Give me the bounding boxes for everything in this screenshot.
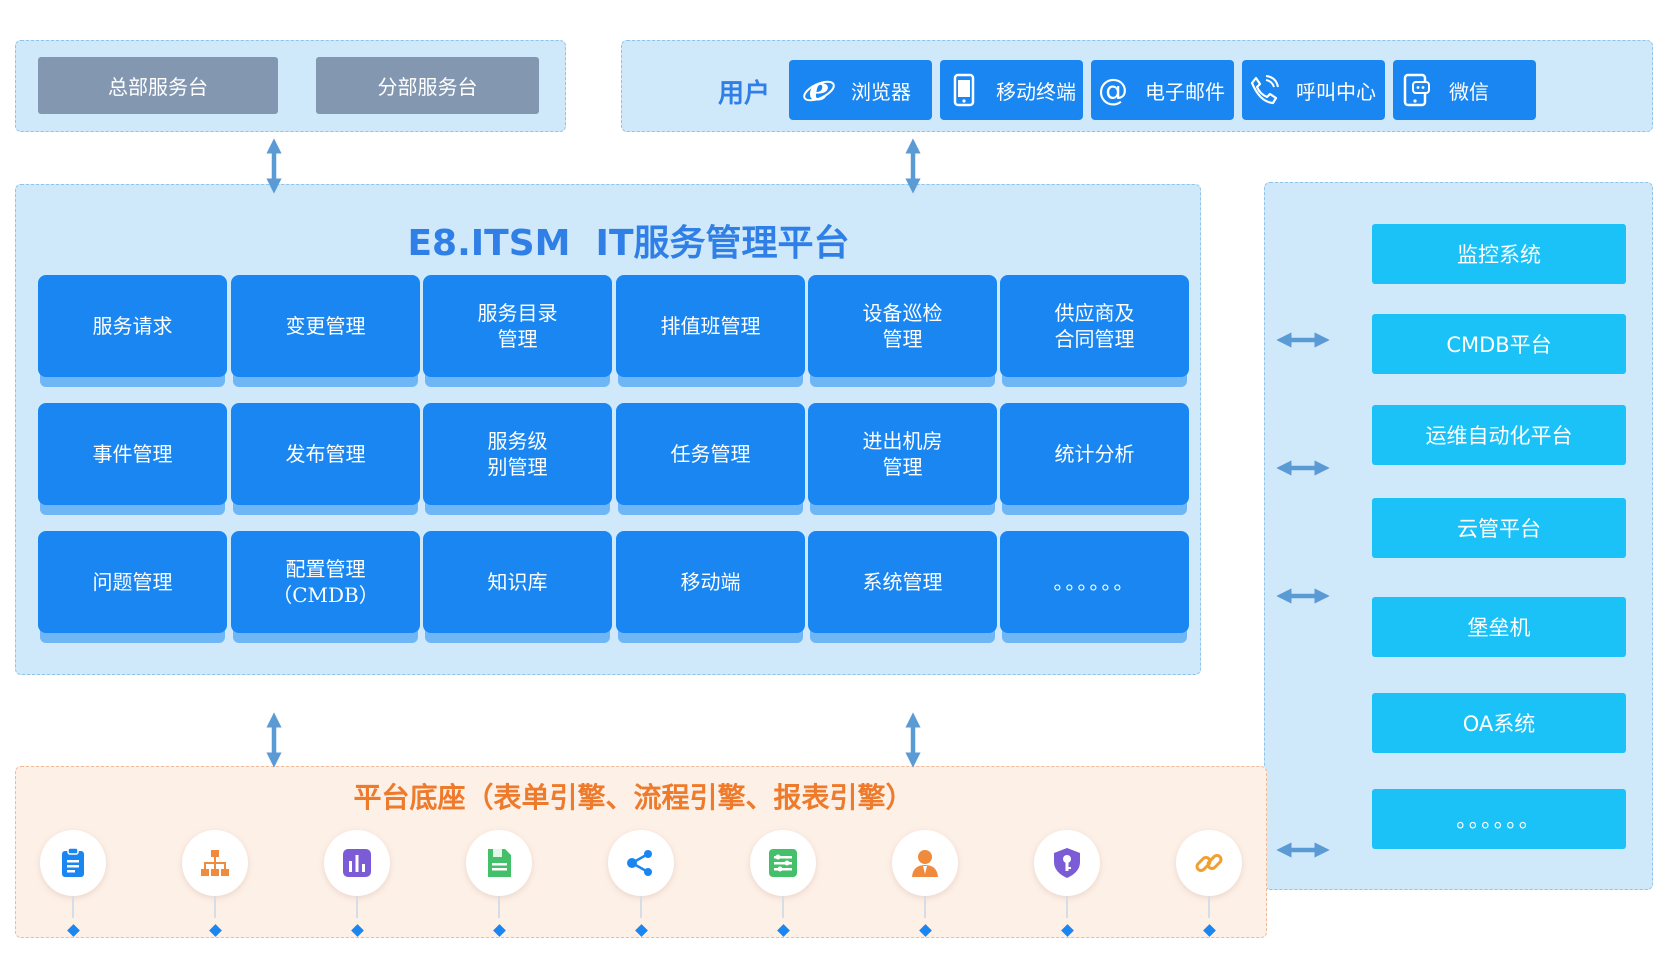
connector-arrows xyxy=(266,138,1330,858)
